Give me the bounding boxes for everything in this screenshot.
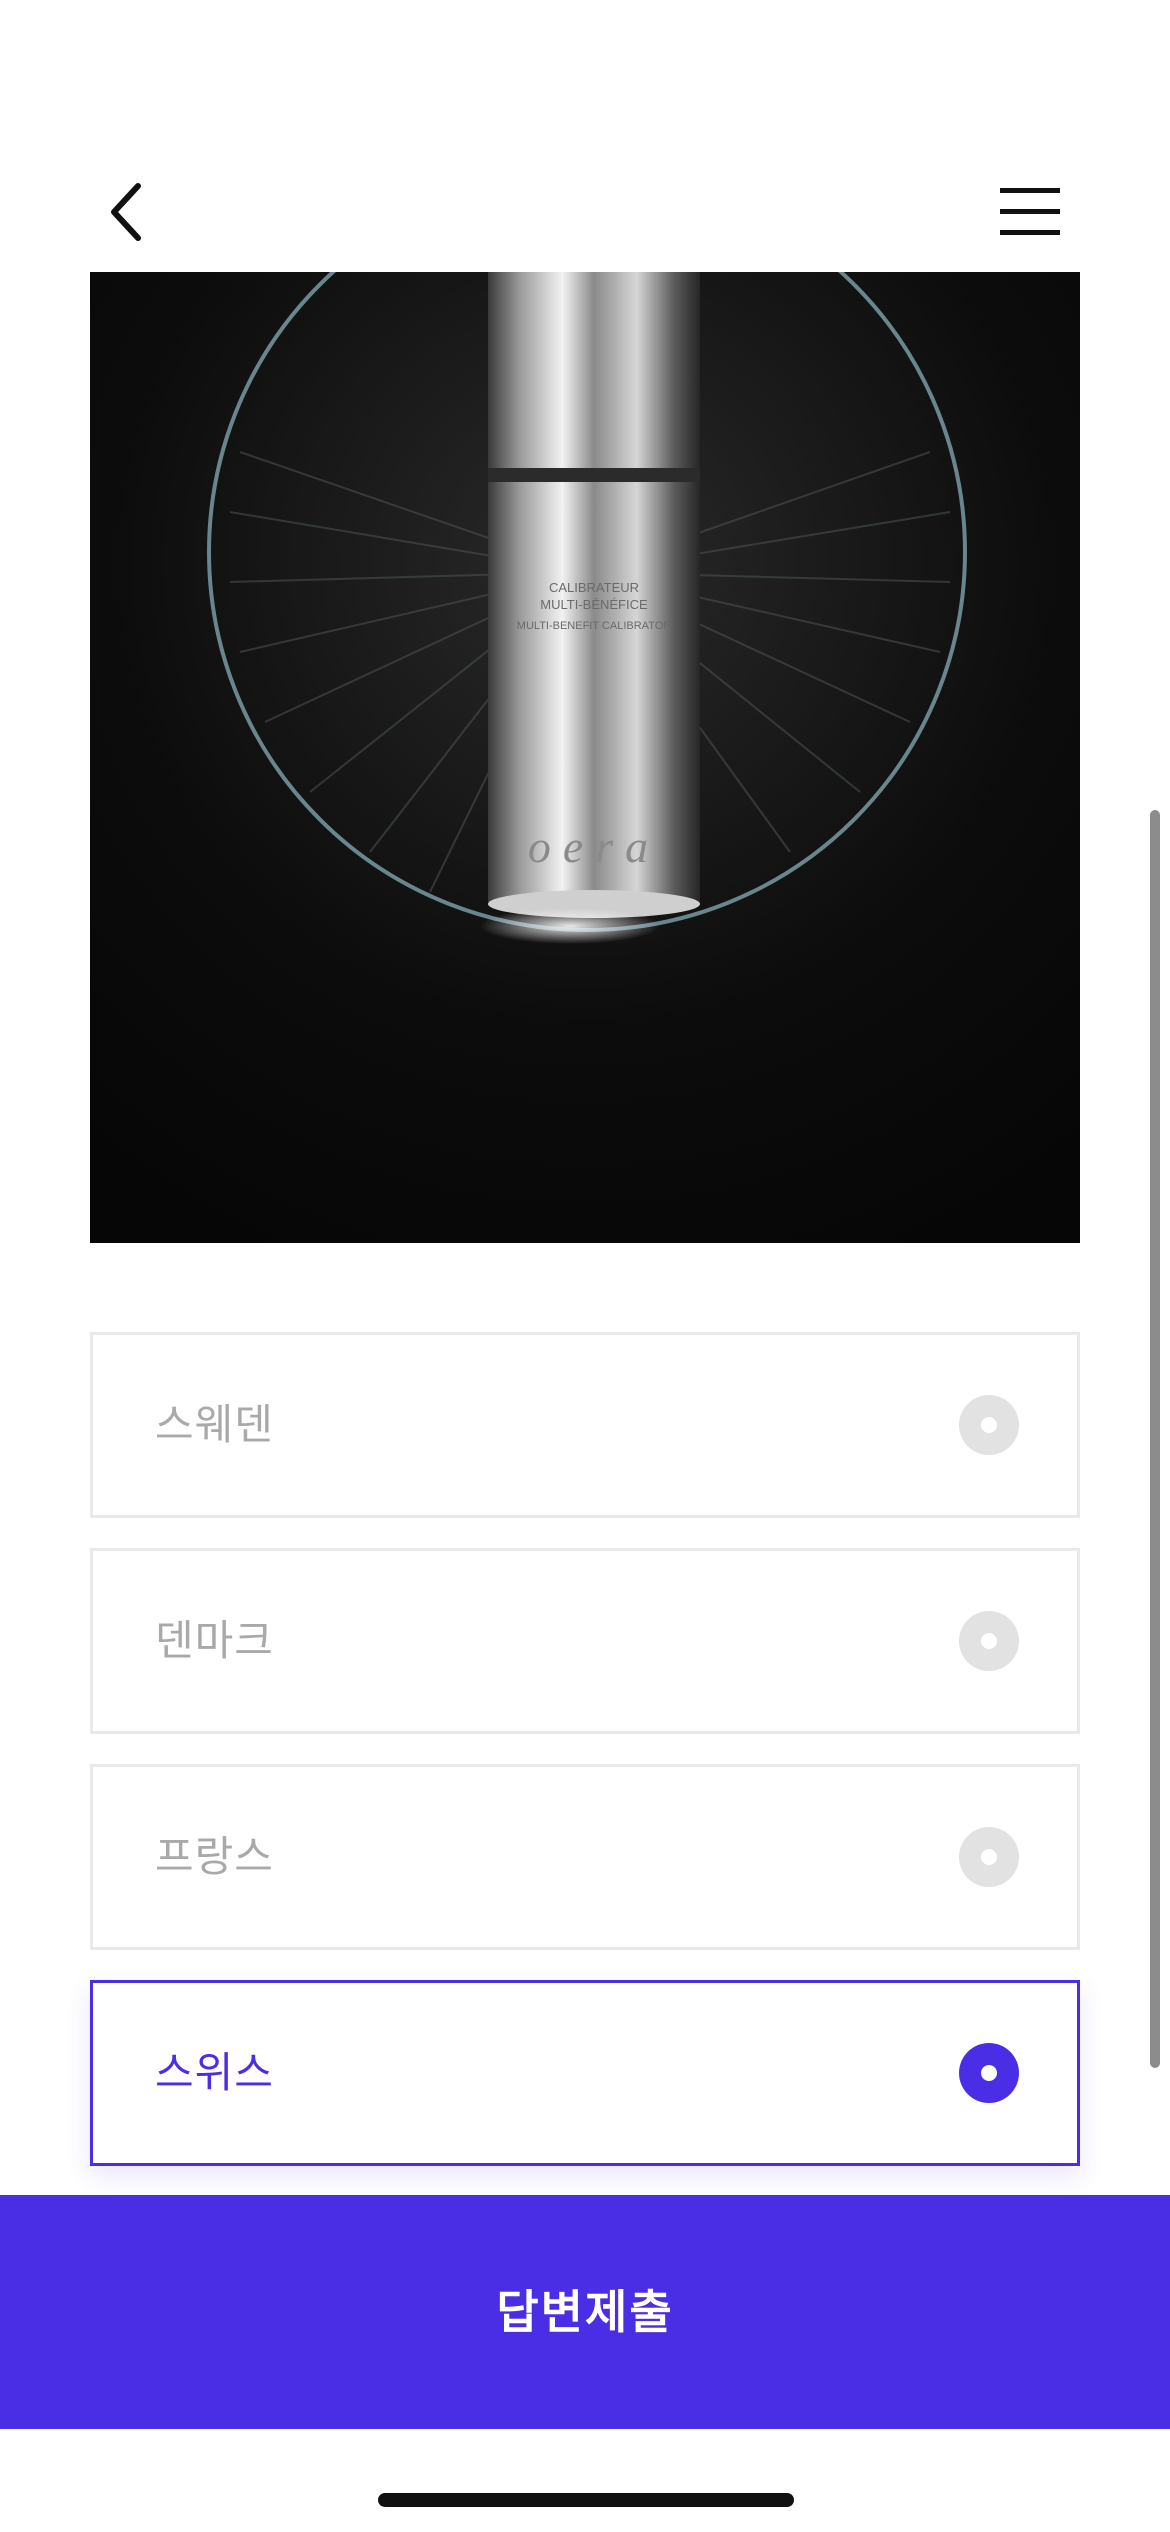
back-button[interactable] bbox=[98, 176, 162, 248]
submit-answer-button[interactable]: 답변제출 bbox=[0, 2195, 1170, 2429]
radio-selected-icon[interactable] bbox=[959, 2043, 1019, 2103]
option-denmark[interactable]: 덴마크 bbox=[90, 1548, 1080, 1734]
top-nav-bar bbox=[0, 0, 1170, 272]
option-france[interactable]: 프랑스 bbox=[90, 1764, 1080, 1950]
bottle-label-line3: MULTI-BENEFIT CALIBRATOR bbox=[517, 620, 671, 632]
option-label: 스웨덴 bbox=[155, 1400, 274, 1449]
radio-icon[interactable] bbox=[959, 1395, 1019, 1455]
option-label: 스위스 bbox=[155, 2048, 274, 2097]
bottle-label-line1: CALIBRATEUR bbox=[549, 580, 639, 595]
chevron-left-icon bbox=[111, 183, 141, 241]
home-indicator[interactable] bbox=[378, 2493, 794, 2507]
brand-logo: oera bbox=[528, 821, 660, 872]
product-image: CALIBRATEUR MULTI-BÉNÉFICE MULTI-BENEFIT… bbox=[90, 272, 1080, 1243]
radio-icon[interactable] bbox=[959, 1611, 1019, 1671]
menu-button[interactable] bbox=[996, 180, 1072, 244]
option-label: 덴마크 bbox=[155, 1616, 274, 1665]
option-switzerland[interactable]: 스위스 bbox=[90, 1980, 1080, 2166]
radio-icon[interactable] bbox=[959, 1827, 1019, 1887]
hamburger-menu-icon bbox=[1000, 188, 1060, 235]
answer-options: 스웨덴 덴마크 프랑스 스위스 bbox=[90, 1332, 1080, 2196]
scrollbar[interactable] bbox=[1150, 810, 1160, 2068]
bottle-label-line2: MULTI-BÉNÉFICE bbox=[540, 597, 648, 612]
option-label: 프랑스 bbox=[155, 1832, 274, 1881]
option-sweden[interactable]: 스웨덴 bbox=[90, 1332, 1080, 1518]
